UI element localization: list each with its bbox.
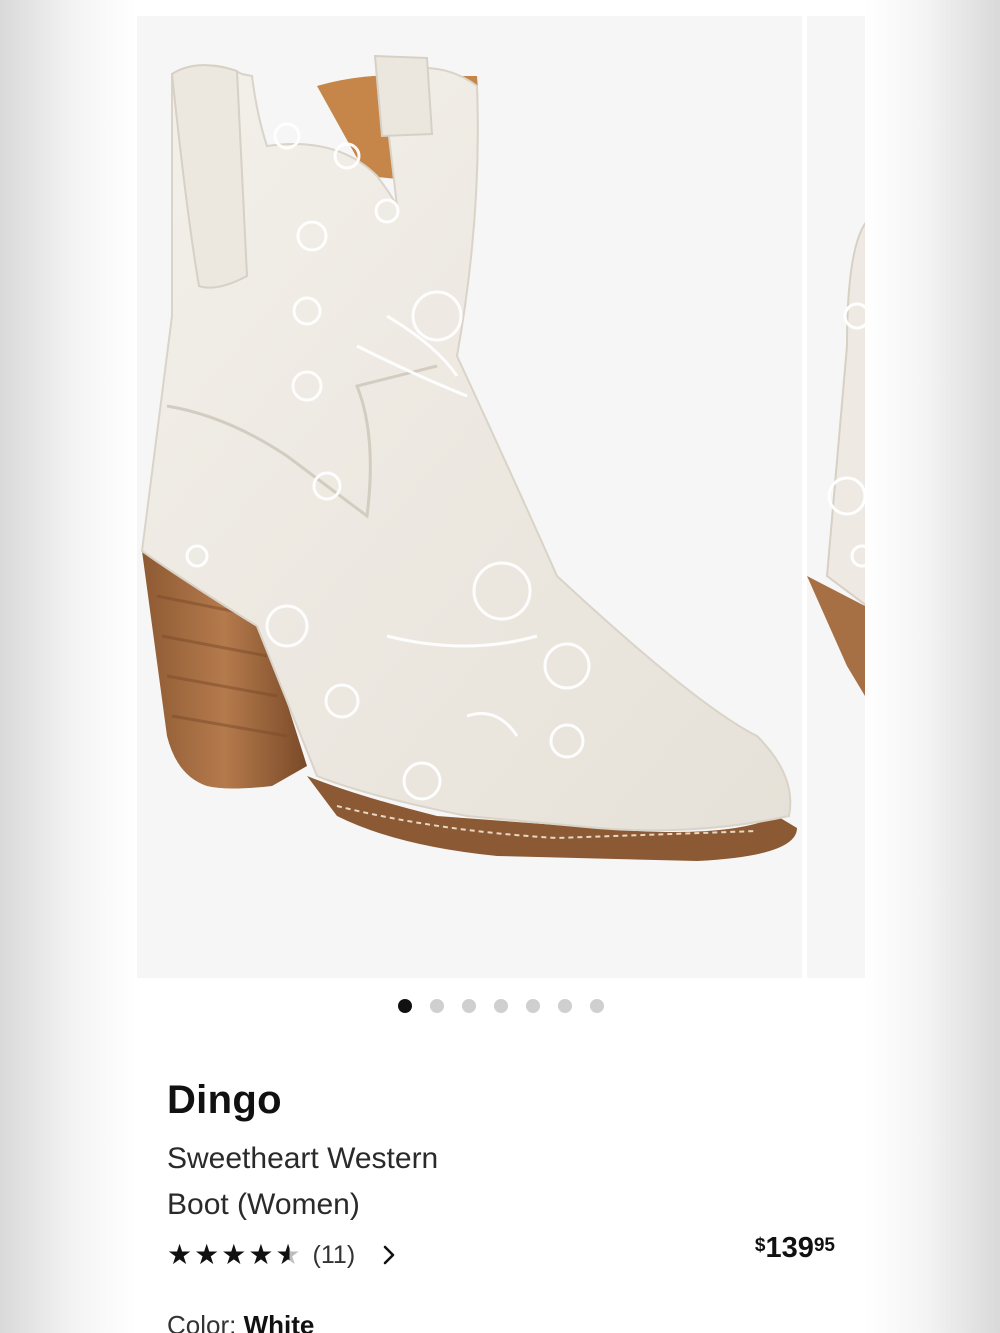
price-dollars: 139 [765,1232,814,1264]
pagination-dot-4[interactable] [494,999,508,1013]
star-icon: ★ [248,1239,274,1270]
product-title: Sweetheart Western Boot (Women) [167,1136,497,1228]
product-image-next[interactable] [807,16,865,978]
image-carousel[interactable] [137,16,865,978]
boot-image [140,54,797,861]
price-currency: $ [754,1235,766,1256]
product-image-main[interactable] [137,16,802,978]
backdrop-right [865,0,1000,1333]
product-brand[interactable]: Dingo [167,1078,282,1123]
color-value: White [243,1310,315,1333]
pagination-dot-2[interactable] [430,999,444,1013]
boot-image-next [807,222,865,696]
pagination-dot-3[interactable] [462,999,476,1013]
half-star-icon: ★ [275,1239,301,1270]
pagination-dot-1[interactable] [398,999,412,1013]
product-card: Dingo Sweetheart Western Boot (Women) ★ … [137,0,865,1333]
product-price: $ 139 95 [755,1232,835,1265]
product-title-line-1: Sweetheart Western [167,1142,439,1175]
product-title-line-2: Boot (Women) [167,1188,360,1221]
star-icon: ★ [194,1239,220,1270]
star-icon: ★ [167,1239,193,1270]
rating-link[interactable]: ★ ★ ★ ★ ★ (11) [167,1238,403,1272]
top-strip [137,0,865,16]
color-label: Color: [167,1310,244,1333]
carousel-pagination[interactable] [137,996,865,1016]
chevron-right-icon[interactable] [381,1244,403,1266]
star-icon: ★ [221,1239,247,1270]
review-count[interactable]: (11) [313,1241,356,1270]
pagination-dot-5[interactable] [526,999,540,1013]
color-selection: Color: White [167,1310,314,1333]
backdrop-left [0,0,137,1333]
pagination-dot-6[interactable] [558,999,572,1013]
star-rating: ★ ★ ★ ★ ★ [167,1241,301,1269]
pagination-dot-7[interactable] [590,999,604,1013]
price-cents: 95 [813,1235,835,1256]
